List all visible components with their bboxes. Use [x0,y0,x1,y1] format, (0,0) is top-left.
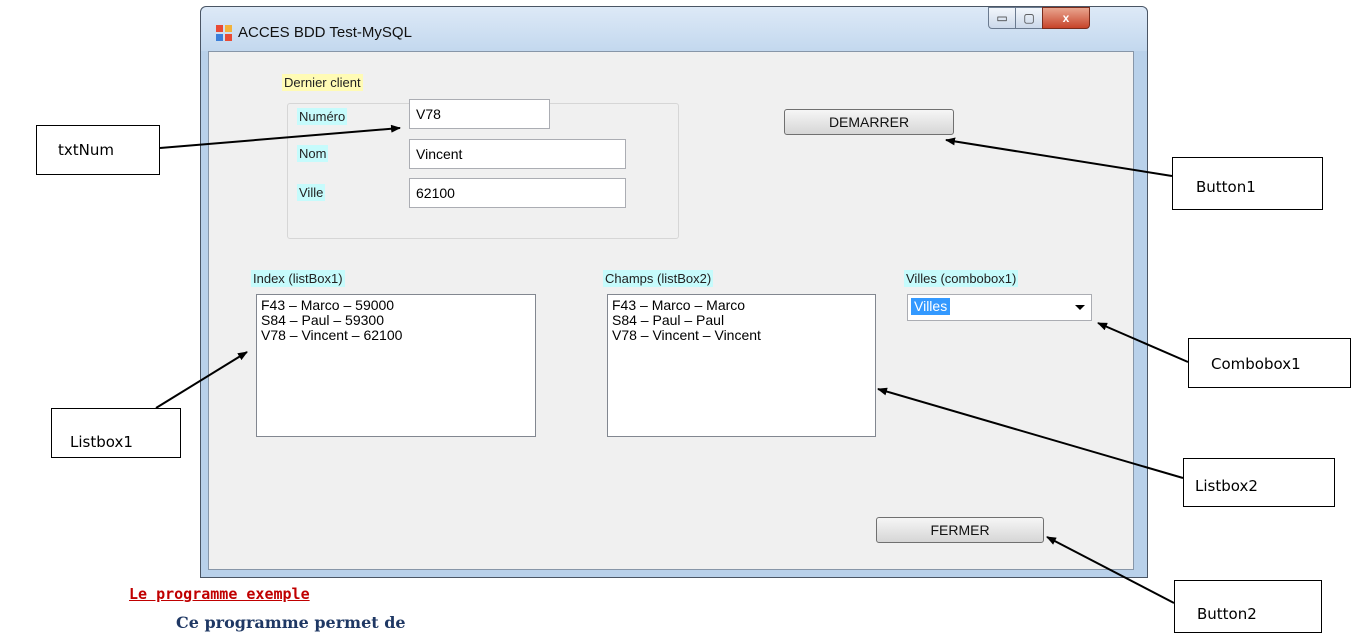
callout-arrows [155,124,1189,604]
arrow-combobox1 [1097,322,1189,363]
arrow-txtnum [159,124,401,149]
section-heading: Le programme exemple [129,585,310,603]
arrow-listbox1 [155,351,248,409]
body-text: Ce programme permet de [176,613,406,632]
arrow-button2 [1046,536,1175,604]
arrow-button1 [945,137,1173,177]
arrow-listbox2 [877,387,1184,479]
